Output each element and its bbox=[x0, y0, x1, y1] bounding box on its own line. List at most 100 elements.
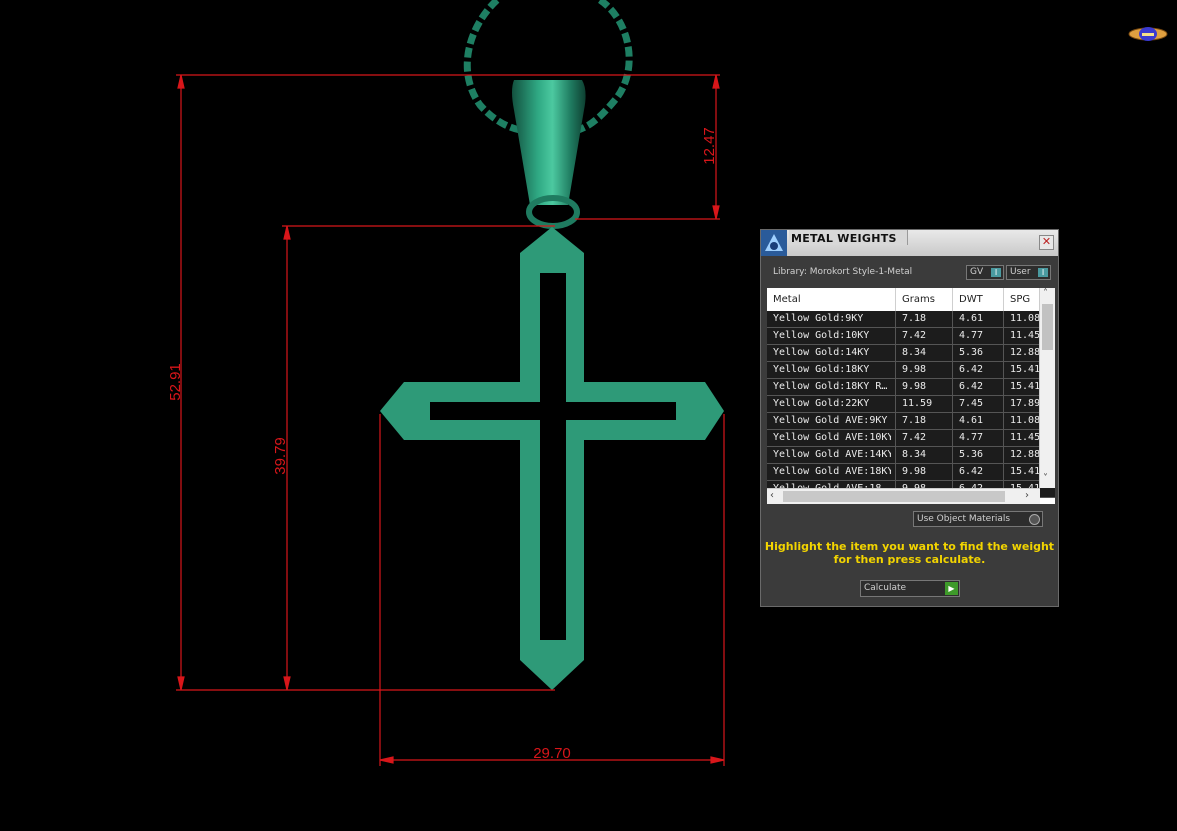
cell-grams: 8.34 bbox=[902, 347, 927, 358]
column-divider bbox=[952, 311, 953, 327]
cell-metal: Yellow Gold:18KY bbox=[773, 364, 870, 375]
panel-titlebar[interactable]: METAL WEIGHTS ✕ bbox=[761, 230, 1058, 256]
scroll-left-icon[interactable]: ‹ bbox=[770, 490, 774, 501]
column-divider bbox=[895, 396, 896, 412]
column-divider bbox=[952, 379, 953, 395]
scroll-thumb[interactable] bbox=[783, 491, 1005, 502]
column-divider bbox=[895, 345, 896, 361]
column-divider bbox=[895, 328, 896, 344]
cell-spg: 11.45 bbox=[1010, 432, 1040, 443]
column-divider bbox=[895, 447, 896, 463]
table-body: Yellow Gold:9KY 7.18 4.61 11.08 Yellow Gold:… bbox=[767, 311, 1055, 498]
column-divider bbox=[1003, 464, 1004, 480]
cell-metal: Yellow Gold:10KY bbox=[773, 330, 870, 341]
column-header-spg[interactable]: SPG bbox=[1010, 294, 1030, 305]
table-row[interactable]: Yellow Gold AVE:10KY 7.42 4.77 11.45 bbox=[767, 430, 1055, 447]
column-divider bbox=[895, 413, 896, 429]
cell-dwt: 7.45 bbox=[959, 398, 984, 409]
cell-spg: 15.41 bbox=[1010, 364, 1040, 375]
cell-dwt: 4.77 bbox=[959, 330, 984, 341]
column-divider bbox=[952, 328, 953, 344]
calculate-button[interactable]: Calculate ▶ bbox=[860, 580, 960, 597]
cell-metal: Yellow Gold AVE:9KY bbox=[773, 415, 888, 426]
column-header-dwt[interactable]: DWT bbox=[959, 294, 983, 305]
cell-spg: 11.45 bbox=[1010, 330, 1040, 341]
cell-dwt: 6.42 bbox=[959, 466, 984, 477]
scroll-down-icon[interactable]: ˅ bbox=[1043, 473, 1048, 484]
cell-metal: Yellow Gold:9KY bbox=[773, 313, 864, 324]
cell-dwt: 5.36 bbox=[959, 449, 984, 460]
column-divider bbox=[952, 413, 953, 429]
cell-spg: 12.88 bbox=[1010, 449, 1040, 460]
cell-grams: 7.42 bbox=[902, 330, 927, 341]
gv-toggle[interactable]: GV I bbox=[966, 265, 1004, 280]
use-object-materials-option[interactable]: Use Object Materials bbox=[913, 511, 1043, 527]
column-divider bbox=[1003, 311, 1004, 327]
column-divider bbox=[1003, 362, 1004, 378]
table-row[interactable]: Yellow Gold:14KY 8.34 5.36 12.88 bbox=[767, 345, 1055, 362]
horizontal-scrollbar[interactable]: ‹ › bbox=[767, 488, 1040, 504]
column-divider bbox=[895, 379, 896, 395]
vertical-scrollbar[interactable]: ˄ ˅ bbox=[1039, 288, 1055, 488]
cell-metal: Yellow Gold:22KY bbox=[773, 398, 870, 409]
cell-dwt: 4.61 bbox=[959, 415, 984, 426]
dim-cross-width: 29.70 bbox=[533, 745, 571, 762]
scroll-thumb[interactable] bbox=[1042, 304, 1053, 350]
metal-table[interactable]: Metal Grams DWT SPG Yellow Gold:9KY 7.18 4… bbox=[767, 288, 1055, 504]
radio-icon bbox=[1029, 514, 1040, 525]
column-divider bbox=[895, 362, 896, 378]
column-divider bbox=[952, 345, 953, 361]
scroll-up-icon[interactable]: ˄ bbox=[1043, 288, 1048, 299]
app-logo-icon bbox=[1128, 27, 1168, 41]
cell-grams: 7.18 bbox=[902, 415, 927, 426]
metal-weights-panel: METAL WEIGHTS ✕ Library: Morokort Style-… bbox=[760, 229, 1059, 607]
column-divider bbox=[1003, 396, 1004, 412]
cell-spg: 11.08 bbox=[1010, 313, 1040, 324]
table-row[interactable]: Yellow Gold:22KY 11.59 7.45 17.89 bbox=[767, 396, 1055, 413]
table-row[interactable]: Yellow Gold:18KY R… 9.98 6.42 15.41 bbox=[767, 379, 1055, 396]
table-header: Metal Grams DWT SPG bbox=[767, 288, 1040, 312]
cell-grams: 9.98 bbox=[902, 381, 927, 392]
cell-spg: 12.88 bbox=[1010, 347, 1040, 358]
table-row[interactable]: Yellow Gold:18KY 9.98 6.42 15.41 bbox=[767, 362, 1055, 379]
cell-metal: Yellow Gold AVE:18KY bbox=[773, 466, 891, 477]
close-button[interactable]: ✕ bbox=[1039, 235, 1054, 250]
panel-title: METAL WEIGHTS bbox=[791, 232, 897, 245]
cell-dwt: 6.42 bbox=[959, 381, 984, 392]
column-header-grams[interactable]: Grams bbox=[902, 294, 935, 305]
cell-grams: 7.18 bbox=[902, 313, 927, 324]
user-toggle-label: User bbox=[1010, 267, 1031, 277]
column-header-metal[interactable]: Metal bbox=[773, 294, 801, 305]
column-divider bbox=[1003, 379, 1004, 395]
dim-cross-height: 39.79 bbox=[272, 437, 289, 475]
instruction-line-2: for then press calculate. bbox=[833, 553, 986, 566]
table-row[interactable]: Yellow Gold:9KY 7.18 4.61 11.08 bbox=[767, 311, 1055, 328]
column-divider bbox=[1003, 413, 1004, 429]
cell-metal: Yellow Gold AVE:14KY bbox=[773, 449, 891, 460]
table-row[interactable]: Yellow Gold AVE:9KY 7.18 4.61 11.08 bbox=[767, 413, 1055, 430]
cell-dwt: 6.42 bbox=[959, 364, 984, 375]
cell-dwt: 5.36 bbox=[959, 347, 984, 358]
cell-spg: 15.41 bbox=[1010, 466, 1040, 477]
table-row[interactable]: Yellow Gold:10KY 7.42 4.77 11.45 bbox=[767, 328, 1055, 345]
cell-grams: 11.59 bbox=[902, 398, 933, 409]
column-divider bbox=[952, 447, 953, 463]
column-divider bbox=[952, 288, 953, 311]
cell-metal: Yellow Gold:14KY bbox=[773, 347, 870, 358]
dim-total-height: 52.91 bbox=[167, 363, 184, 401]
calculate-label: Calculate bbox=[864, 583, 907, 593]
dim-bail-height: 12.47 bbox=[701, 127, 718, 165]
cell-grams: 7.42 bbox=[902, 432, 927, 443]
column-divider bbox=[1003, 345, 1004, 361]
column-divider bbox=[895, 311, 896, 327]
toggle-indicator-icon: I bbox=[1038, 268, 1048, 277]
scroll-right-icon[interactable]: › bbox=[1025, 490, 1029, 501]
column-divider bbox=[1003, 430, 1004, 446]
cell-grams: 9.98 bbox=[902, 364, 927, 375]
cell-dwt: 4.77 bbox=[959, 432, 984, 443]
column-divider bbox=[1003, 447, 1004, 463]
table-row[interactable]: Yellow Gold AVE:14KY 8.34 5.36 12.88 bbox=[767, 447, 1055, 464]
user-toggle[interactable]: User I bbox=[1006, 265, 1051, 280]
cross-pendant bbox=[380, 227, 724, 690]
table-row[interactable]: Yellow Gold AVE:18KY 9.98 6.42 15.41 bbox=[767, 464, 1055, 481]
